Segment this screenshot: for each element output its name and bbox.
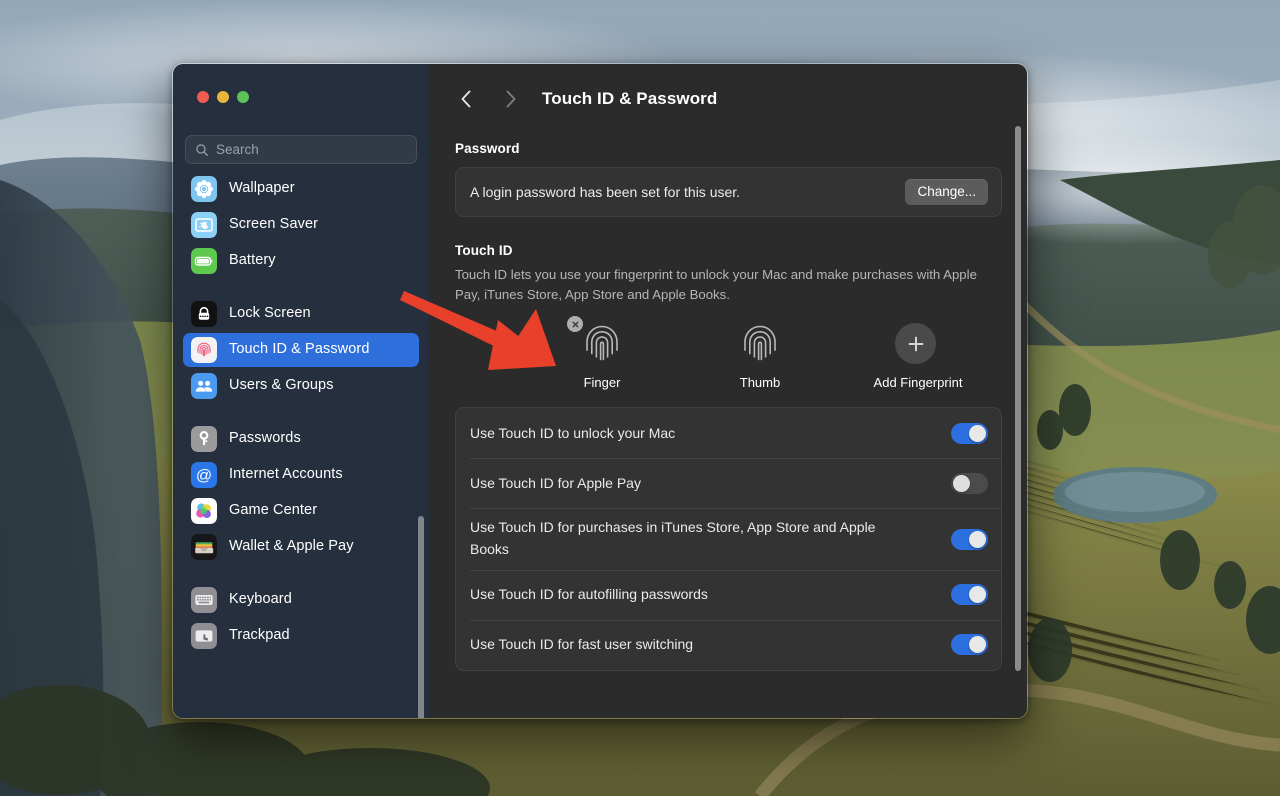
fingerprint-item-thumb[interactable]: Thumb [681,320,839,390]
chevron-right-icon [506,90,515,107]
search-icon [196,143,208,156]
lock-screen-icon [191,301,217,327]
sidebar: Wallpaper Screen Saver [173,64,429,718]
close-window-button[interactable] [197,91,209,103]
svg-text:@: @ [196,468,212,485]
sidebar-item-label: Screen Saver [229,216,319,233]
battery-icon [191,248,217,274]
option-toggle-fast-user-switching[interactable] [951,634,988,656]
sidebar-scrollbar-thumb[interactable] [418,516,424,718]
screen-saver-icon [191,212,217,238]
sidebar-item-label: Trackpad [229,627,290,644]
fingerprint-icon-wrap [737,320,783,366]
fingerprint-icon [744,326,776,361]
sidebar-item-label: Passwords [229,430,301,447]
search-field[interactable] [185,135,417,164]
trackpad-icon [191,623,217,649]
touch-id-icon [191,337,217,363]
main-panel: Touch ID & Password Password A login pas… [429,64,1027,718]
fingerprint-label: Thumb [739,375,781,391]
sidebar-list: Wallpaper Screen Saver Battery Lock Scre… [173,172,429,653]
option-label: Use Touch ID for purchases in iTunes Sto… [470,519,876,558]
sidebar-item-label: Wallpaper [229,180,295,197]
game-center-icon [191,498,217,524]
window-traffic-lights [197,91,249,103]
option-row-purchases[interactable]: Use Touch ID for purchases in iTunes Sto… [456,508,1001,569]
page-title: Touch ID & Password [542,88,718,108]
add-fingerprint-icon-wrap [895,320,941,366]
minimize-window-button[interactable] [217,91,229,103]
password-status-text: A login password has been set for this u… [470,184,741,200]
sidebar-item-battery[interactable]: Battery [183,244,419,278]
sidebar-item-label: Users & Groups [229,377,334,394]
touch-id-description: Touch ID lets you use your fingerprint t… [455,267,977,303]
sidebar-item-keyboard[interactable]: Keyboard [183,583,419,617]
settings-content: Password A login password has been set f… [429,133,1027,718]
sidebar-item-label: Wallet & Apple Pay [229,538,354,555]
sidebar-item-internet-accounts[interactable]: @ Internet Accounts [183,458,419,492]
zoom-window-button[interactable] [237,91,249,103]
passwords-key-icon [191,426,217,452]
internet-accounts-at-icon: @ [191,462,217,488]
option-label: Use Touch ID for Apple Pay [470,474,641,491]
option-row-fast-user-switching[interactable]: Use Touch ID for fast user switching [456,619,1001,670]
sidebar-item-wallet-apple-pay[interactable]: Wallet & Apple Pay [183,530,419,564]
sidebar-item-label: Touch ID & Password [229,341,370,358]
sidebar-group-divider [183,566,419,583]
option-row-autofill-passwords[interactable]: Use Touch ID for autofilling passwords [456,569,1001,620]
sidebar-item-lock-screen[interactable]: Lock Screen [183,297,419,331]
option-label: Use Touch ID for autofilling passwords [470,585,708,602]
main-scrollbar-thumb[interactable] [1015,126,1021,671]
touch-id-options-card: Use Touch ID to unlock your Mac Use Touc… [455,407,1002,671]
option-row-unlock-mac[interactable]: Use Touch ID to unlock your Mac [456,408,1001,458]
sidebar-item-touch-id-password[interactable]: Touch ID & Password [183,333,419,367]
system-settings-window: Wallpaper Screen Saver [172,63,1028,719]
sidebar-item-label: Lock Screen [229,305,311,322]
wallpaper-icon [191,176,217,202]
fingerprint-icon [586,326,618,361]
fingerprint-icon-wrap [567,316,625,366]
fingerprint-list: Finger Thumb Add Fingerprint [455,316,1002,391]
sidebar-item-passwords[interactable]: Passwords [183,422,419,456]
chevron-left-icon [461,90,470,107]
wallet-icon [191,534,217,560]
fingerprint-item-finger[interactable]: Finger [523,316,681,391]
sidebar-group-divider [183,280,419,297]
option-toggle-purchases[interactable] [951,528,988,550]
add-fingerprint-button[interactable]: Add Fingerprint [839,320,997,390]
main-toolbar: Touch ID & Password [429,64,1027,133]
sidebar-item-trackpad[interactable]: Trackpad [183,619,419,653]
sidebar-item-game-center[interactable]: Game Center [183,494,419,528]
sidebar-group-divider [183,405,419,422]
change-password-button[interactable]: Change... [905,179,988,205]
forward-button[interactable] [494,83,526,115]
users-groups-icon [191,373,217,399]
option-label: Use Touch ID for fast user switching [470,635,694,652]
option-toggle-unlock-mac[interactable] [951,422,988,444]
password-section-heading: Password [455,141,520,156]
plus-icon [895,323,936,365]
option-toggle-autofill-passwords[interactable] [951,584,988,606]
option-toggle-apple-pay[interactable] [951,472,988,494]
add-fingerprint-label: Add Fingerprint [873,375,963,391]
sidebar-item-label: Internet Accounts [229,466,343,483]
search-input[interactable] [216,142,407,157]
sidebar-item-wallpaper[interactable]: Wallpaper [183,172,419,206]
sidebar-item-label: Battery [229,252,276,269]
sidebar-item-screen-saver[interactable]: Screen Saver [183,208,419,242]
sidebar-item-label: Keyboard [229,591,292,608]
fingerprint-label: Finger [583,375,621,391]
option-label: Use Touch ID to unlock your Mac [470,424,676,441]
sidebar-item-label: Game Center [229,502,318,519]
sidebar-item-users-groups[interactable]: Users & Groups [183,369,419,403]
sidebar-scroll-area: Wallpaper Screen Saver Battery Lock Scre… [173,172,429,718]
password-status-row: A login password has been set for this u… [456,168,1001,216]
password-status-card: A login password has been set for this u… [455,167,1002,217]
touch-id-section-heading: Touch ID [455,243,513,258]
back-button[interactable] [450,83,482,115]
desktop-wallpaper: Wallpaper Screen Saver [0,0,1280,796]
keyboard-icon [191,587,217,613]
option-row-apple-pay[interactable]: Use Touch ID for Apple Pay [456,458,1001,508]
